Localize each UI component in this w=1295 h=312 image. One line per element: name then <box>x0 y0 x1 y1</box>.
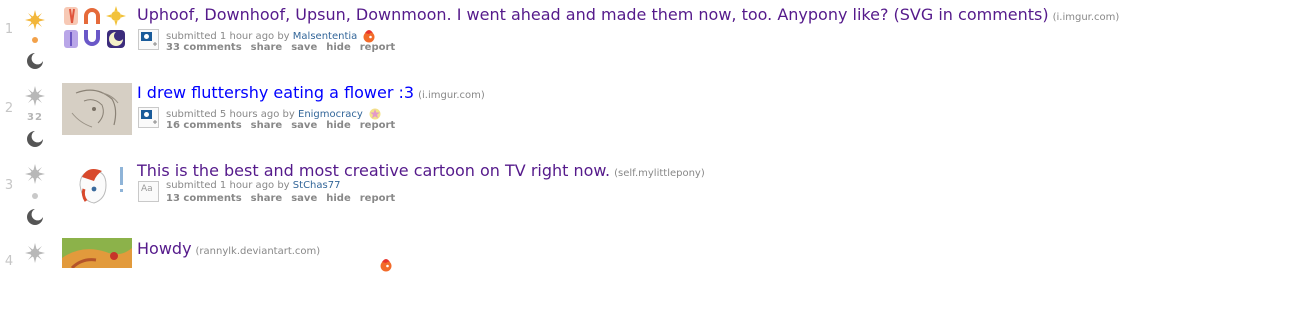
submitted-text: submitted 1 hour ago by <box>166 180 290 191</box>
submitted-text: submitted 5 hours ago by <box>166 109 295 120</box>
upvote-sun-icon[interactable] <box>25 10 45 30</box>
post-domain[interactable]: (rannylk.deviantart.com) <box>196 246 321 257</box>
post-score: 32 <box>27 112 43 123</box>
share-link[interactable]: share <box>251 120 283 131</box>
post-title-link[interactable]: Uphoof, Downhoof, Upsun, Downmoon. I wen… <box>137 5 1049 24</box>
hide-link[interactable]: hide <box>326 193 351 204</box>
post-2: 2 32 I drew fluttershy eating a flower :… <box>0 78 1295 156</box>
fire-pony-flair-icon <box>363 30 375 43</box>
downvote-moon-icon[interactable] <box>26 130 44 148</box>
author-link[interactable]: Enigmocracy <box>298 109 363 120</box>
fire-pony-flair-icon <box>380 259 392 272</box>
hide-link[interactable]: hide <box>326 120 351 131</box>
post-thumbnail[interactable] <box>62 6 132 56</box>
downvote-moon-icon[interactable] <box>26 208 44 226</box>
score-dot <box>32 37 38 43</box>
title-line: Uphoof, Downhoof, Upsun, Downmoon. I wen… <box>137 5 1119 24</box>
star-pony-flair-icon <box>369 108 381 120</box>
author-link[interactable]: Malsententia <box>293 31 357 42</box>
post-tagline: submitted 1 hour ago by StChas77 <box>166 180 340 191</box>
title-line: This is the best and most creative carto… <box>137 161 705 180</box>
image-expando-icon <box>141 110 157 124</box>
post-buttons: 13 comments share save hide report <box>166 193 404 204</box>
comments-link[interactable]: 33 comments <box>166 42 242 53</box>
save-link[interactable]: save <box>291 120 317 131</box>
post-tagline: submitted 5 hours ago by Enigmocracy <box>166 107 382 121</box>
post-1: 1 Uphoof, Downhoof, Upsun, Downmoon. I w… <box>0 0 1295 78</box>
upvote-sun-icon[interactable] <box>25 164 45 184</box>
hide-link[interactable]: hide <box>326 42 351 53</box>
title-line: I drew fluttershy eating a flower :3 (i.i… <box>137 83 485 102</box>
share-link[interactable]: share <box>251 42 283 53</box>
post-4: 4 Howdy (rannylk.deviantart.com) <box>0 234 1295 312</box>
save-link[interactable]: save <box>291 42 317 53</box>
image-expando-button[interactable] <box>138 107 159 128</box>
title-line: Howdy (rannylk.deviantart.com) <box>137 239 320 258</box>
post-domain[interactable]: (i.imgur.com) <box>418 90 485 101</box>
upvote-sun-icon[interactable] <box>25 86 45 106</box>
report-link[interactable]: report <box>360 120 395 131</box>
post-thumbnail[interactable] <box>62 159 132 211</box>
post-domain[interactable]: (i.imgur.com) <box>1053 12 1120 23</box>
post-rank: 2 <box>4 101 14 116</box>
upvote-sun-icon[interactable] <box>25 243 45 263</box>
post-domain[interactable]: (self.mylittlepony) <box>614 168 705 179</box>
post-buttons: 33 comments share save hide report <box>166 42 404 53</box>
report-link[interactable]: report <box>360 42 395 53</box>
post-tagline: submitted 1 hour ago by Malsententia <box>166 29 376 43</box>
comments-link[interactable]: 16 comments <box>166 120 242 131</box>
post-3: 3 This is the best and most creative car… <box>0 156 1295 234</box>
post-buttons: 16 comments share save hide report <box>166 120 404 131</box>
author-link[interactable]: StChas77 <box>293 180 341 191</box>
post-title-link[interactable]: This is the best and most creative carto… <box>137 161 610 180</box>
post-rank: 1 <box>4 22 14 37</box>
score-dot <box>32 193 38 199</box>
post-thumbnail[interactable] <box>62 238 132 268</box>
post-title-link[interactable]: I drew fluttershy eating a flower :3 <box>137 83 414 102</box>
post-title-link[interactable]: Howdy <box>137 239 192 258</box>
applejack-painting-thumbnail <box>62 238 132 268</box>
share-link[interactable]: share <box>251 193 283 204</box>
comments-link[interactable]: 13 comments <box>166 193 242 204</box>
text-expando-button[interactable]: Aa <box>138 181 159 202</box>
pony-exclaim-thumbnail <box>79 167 123 204</box>
downvote-moon-icon[interactable] <box>26 52 44 70</box>
horseshoe-sun-moon-icons <box>64 6 126 48</box>
text-expando-icon: Aa <box>141 184 153 194</box>
sketch-thumbnail <box>62 83 132 135</box>
post-thumbnail[interactable] <box>62 83 132 135</box>
post-rank: 4 <box>4 254 14 269</box>
post-rank: 3 <box>4 178 14 193</box>
image-expando-button[interactable] <box>138 29 159 50</box>
submitted-text: submitted 1 hour ago by <box>166 31 290 42</box>
save-link[interactable]: save <box>291 193 317 204</box>
report-link[interactable]: report <box>360 193 395 204</box>
image-expando-icon <box>141 32 157 46</box>
